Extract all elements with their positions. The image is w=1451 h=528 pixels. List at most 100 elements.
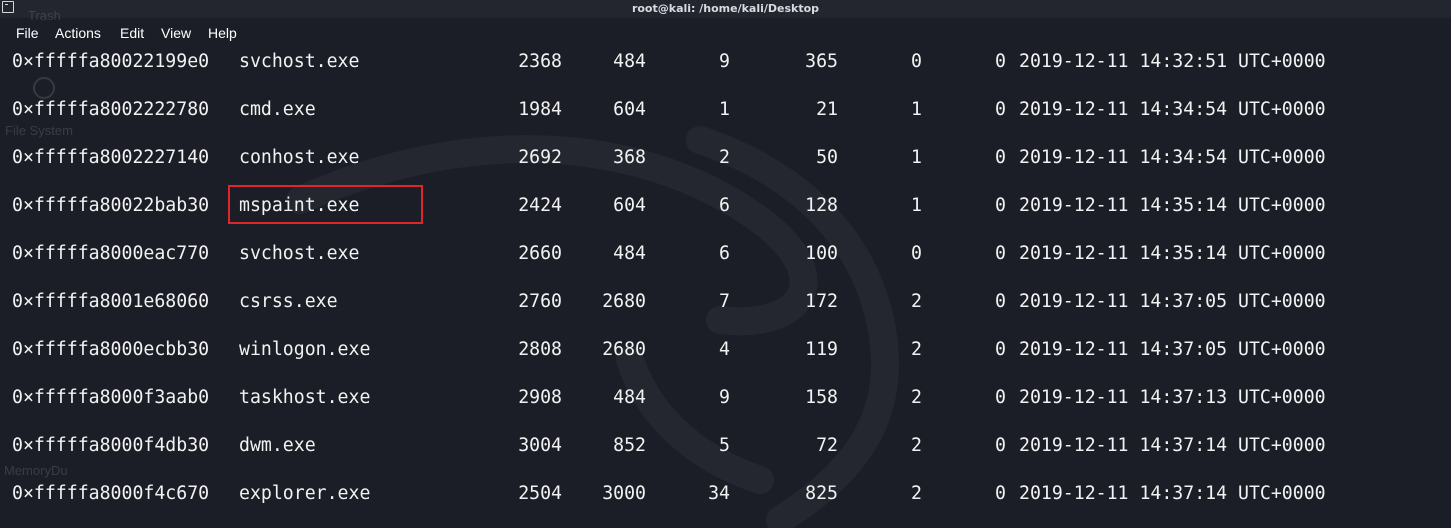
cell-wow64: 0 bbox=[995, 195, 1006, 216]
process-row: 0×fffffa8000eac770 svchost.exe 2660 484 6 100… bbox=[12, 243, 1432, 267]
cell-pid: 2760 bbox=[518, 291, 562, 312]
cell-pid: 2424 bbox=[518, 195, 562, 216]
cell-wow64: 0 bbox=[995, 483, 1006, 504]
cell-hnds: 825 bbox=[805, 483, 838, 504]
cell-name: csrss.exe bbox=[239, 291, 338, 312]
cell-wow64: 0 bbox=[995, 387, 1006, 408]
cell-name: cmd.exe bbox=[239, 99, 316, 120]
cell-pid: 3004 bbox=[518, 435, 562, 456]
highlight-box-mspaint bbox=[228, 185, 423, 224]
cell-start: 2019-12-11 14:35:14 UTC+0000 bbox=[1019, 243, 1326, 264]
cell-offset: 0×fffffa8000f4c670 bbox=[12, 483, 210, 504]
cell-ppid: 852 bbox=[613, 435, 646, 456]
cell-hnds: 158 bbox=[805, 387, 838, 408]
cell-wow64: 0 bbox=[995, 435, 1006, 456]
cell-name: svchost.exe bbox=[239, 51, 360, 72]
cell-name: dwm.exe bbox=[239, 435, 316, 456]
cell-start: 2019-12-11 14:32:51 UTC+0000 bbox=[1019, 51, 1326, 72]
menu-edit[interactable]: Edit bbox=[120, 25, 144, 41]
cell-pid: 1984 bbox=[518, 99, 562, 120]
cell-ppid: 484 bbox=[613, 243, 646, 264]
cell-thds: 6 bbox=[719, 195, 730, 216]
cell-thds: 9 bbox=[719, 51, 730, 72]
process-row: 0×fffffa8000f4db30 dwm.exe 3004 852 5 72 2 0 201… bbox=[12, 435, 1432, 459]
process-row: 0×fffffa8002227140 conhost.exe 2692 368 2 50 1… bbox=[12, 147, 1432, 171]
cell-sess: 1 bbox=[911, 99, 922, 120]
cell-start: 2019-12-11 14:37:05 UTC+0000 bbox=[1019, 339, 1326, 360]
process-row: 0×fffffa8000f3aab0 taskhost.exe 2908 484 9 15… bbox=[12, 387, 1432, 411]
cell-wow64: 0 bbox=[995, 243, 1006, 264]
cell-thds: 9 bbox=[719, 387, 730, 408]
cell-offset: 0×fffffa80022bab30 bbox=[12, 195, 210, 216]
cell-sess: 2 bbox=[911, 387, 922, 408]
cell-pid: 2692 bbox=[518, 147, 562, 168]
cell-wow64: 0 bbox=[995, 99, 1006, 120]
cell-thds: 34 bbox=[708, 483, 730, 504]
cell-sess: 0 bbox=[911, 243, 922, 264]
cell-start: 2019-12-11 14:34:54 UTC+0000 bbox=[1019, 147, 1326, 168]
cell-offset: 0×fffffa80022199e0 bbox=[12, 51, 210, 72]
process-row: 0×fffffa80022199e0 svchost.exe 2368 484 9 365… bbox=[12, 51, 1432, 75]
menu-bar: File Actions Edit View Help bbox=[0, 20, 1451, 46]
menu-view[interactable]: View bbox=[161, 25, 191, 41]
cell-wow64: 0 bbox=[995, 291, 1006, 312]
cell-pid: 2368 bbox=[518, 51, 562, 72]
cell-sess: 0 bbox=[911, 51, 922, 72]
menu-help[interactable]: Help bbox=[208, 25, 237, 41]
cell-name: svchost.exe bbox=[239, 243, 360, 264]
process-row: 0×fffffa8000ecbb30 winlogon.exe 2808 2680 4 1… bbox=[12, 339, 1432, 363]
cell-thds: 5 bbox=[719, 435, 730, 456]
cell-offset: 0×fffffa8001e68060 bbox=[12, 291, 210, 312]
cell-start: 2019-12-11 14:35:14 UTC+0000 bbox=[1019, 195, 1326, 216]
cell-sess: 1 bbox=[911, 195, 922, 216]
cell-thds: 6 bbox=[719, 243, 730, 264]
desktop-ghost-memorydump: MemoryDu bbox=[4, 463, 68, 478]
cell-name: winlogon.exe bbox=[239, 339, 371, 360]
cell-wow64: 0 bbox=[995, 339, 1006, 360]
desktop-ghost-trash: Trash bbox=[28, 8, 61, 23]
cell-hnds: 128 bbox=[805, 195, 838, 216]
process-row: 0×fffffa80022bab30 mspaint.exe 2424 604 6 128… bbox=[12, 195, 1432, 219]
cell-sess: 2 bbox=[911, 291, 922, 312]
cell-start: 2019-12-11 14:37:05 UTC+0000 bbox=[1019, 291, 1326, 312]
menu-actions[interactable]: Actions bbox=[55, 25, 101, 41]
cell-offset: 0×fffffa8000f3aab0 bbox=[12, 387, 210, 408]
cell-sess: 2 bbox=[911, 435, 922, 456]
cell-ppid: 2680 bbox=[602, 291, 646, 312]
cell-sess: 2 bbox=[911, 483, 922, 504]
cell-hnds: 72 bbox=[816, 435, 838, 456]
cell-hnds: 100 bbox=[805, 243, 838, 264]
cell-name: conhost.exe bbox=[239, 147, 360, 168]
cell-wow64: 0 bbox=[995, 147, 1006, 168]
desktop-ghost-filesystem: File System bbox=[5, 123, 73, 138]
cell-hnds: 50 bbox=[816, 147, 838, 168]
cell-ppid: 604 bbox=[613, 195, 646, 216]
cell-hnds: 365 bbox=[805, 51, 838, 72]
window-title: root@kali: /home/kali/Desktop bbox=[631, 2, 820, 15]
cell-ppid: 604 bbox=[613, 99, 646, 120]
cell-hnds: 119 bbox=[805, 339, 838, 360]
cell-pid: 2504 bbox=[518, 483, 562, 504]
cell-ppid: 484 bbox=[613, 51, 646, 72]
cell-offset: 0×fffffa8002227140 bbox=[12, 147, 210, 168]
cell-start: 2019-12-11 14:34:54 UTC+0000 bbox=[1019, 99, 1326, 120]
cell-pid: 2660 bbox=[518, 243, 562, 264]
title-bar: root@kali: /home/kali/Desktop bbox=[0, 0, 1451, 18]
disk-icon bbox=[33, 77, 55, 99]
cell-name: taskhost.exe bbox=[239, 387, 371, 408]
cell-name: explorer.exe bbox=[239, 483, 371, 504]
cell-start: 2019-12-11 14:37:13 UTC+0000 bbox=[1019, 387, 1326, 408]
cell-ppid: 368 bbox=[613, 147, 646, 168]
menu-file[interactable]: File bbox=[16, 25, 39, 41]
cell-wow64: 0 bbox=[995, 51, 1006, 72]
cell-hnds: 21 bbox=[816, 99, 838, 120]
cell-pid: 2808 bbox=[518, 339, 562, 360]
process-row: 0×fffffa8000f4c670 explorer.exe 2504 3000 34… bbox=[12, 483, 1432, 507]
cell-thds: 4 bbox=[719, 339, 730, 360]
cell-start: 2019-12-11 14:37:14 UTC+0000 bbox=[1019, 483, 1326, 504]
cell-pid: 2908 bbox=[518, 387, 562, 408]
cell-sess: 1 bbox=[911, 147, 922, 168]
cell-thds: 2 bbox=[719, 147, 730, 168]
cell-start: 2019-12-11 14:37:14 UTC+0000 bbox=[1019, 435, 1326, 456]
cell-ppid: 3000 bbox=[602, 483, 646, 504]
